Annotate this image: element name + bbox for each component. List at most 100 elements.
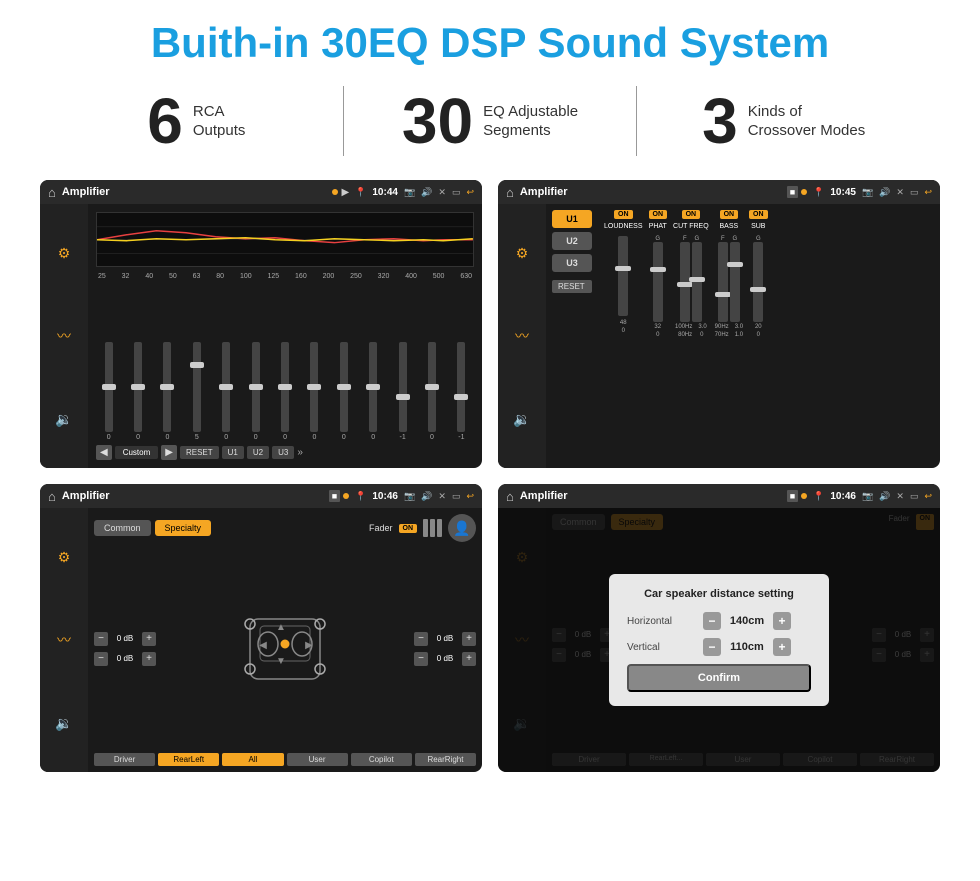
wave-icon[interactable]: 〰 xyxy=(57,326,71,346)
bass-on[interactable]: ON xyxy=(720,210,739,219)
reset-btn[interactable]: RESET xyxy=(180,446,219,459)
eq-track-11[interactable] xyxy=(399,342,407,432)
eq-thumb-1[interactable] xyxy=(102,384,116,390)
back-icon-3[interactable]: ↩ xyxy=(466,491,474,502)
horizontal-plus[interactable]: + xyxy=(773,612,791,630)
eq-track-8[interactable] xyxy=(310,342,318,432)
preset-u1[interactable]: U1 xyxy=(552,210,592,228)
cutfreq-track1[interactable] xyxy=(680,242,690,322)
speaker-icon[interactable]: 🔉 xyxy=(55,411,72,428)
prev-arrow[interactable]: ◀ xyxy=(96,445,112,460)
home-icon-2[interactable]: ⌂ xyxy=(506,185,514,200)
eq-thumb-3[interactable] xyxy=(160,384,174,390)
speaker-icon-2[interactable]: 🔉 xyxy=(513,411,530,428)
cutfreq-thumb2[interactable] xyxy=(689,277,705,282)
user-btn[interactable]: User xyxy=(287,753,348,766)
home-icon[interactable]: ⌂ xyxy=(48,185,56,200)
u2-btn[interactable]: U2 xyxy=(247,446,269,459)
confirm-button[interactable]: Confirm xyxy=(627,664,811,692)
eq-track-4[interactable] xyxy=(193,342,201,432)
eq-thumb-9[interactable] xyxy=(337,384,351,390)
left-top-plus[interactable]: + xyxy=(142,632,156,646)
eq-thumb-8[interactable] xyxy=(307,384,321,390)
avatar-icon[interactable]: 👤 xyxy=(448,514,476,542)
eq-thumb-10[interactable] xyxy=(366,384,380,390)
eq-thumb-2[interactable] xyxy=(131,384,145,390)
eq-track-10[interactable] xyxy=(369,342,377,432)
eq-thumb-7[interactable] xyxy=(278,384,292,390)
phat-track[interactable] xyxy=(653,242,663,322)
home-icon-3[interactable]: ⌂ xyxy=(48,489,56,504)
u3-btn[interactable]: U3 xyxy=(272,446,294,459)
eq-icon-2[interactable]: ⚙ xyxy=(516,245,529,262)
back-icon-2[interactable]: ↩ xyxy=(924,187,932,198)
common-tab[interactable]: Common xyxy=(94,520,151,536)
driver-btn[interactable]: Driver xyxy=(94,753,155,766)
loudness-thumb[interactable] xyxy=(615,266,631,271)
wave-icon-3[interactable]: 〰 xyxy=(57,630,71,650)
eq-track-13[interactable] xyxy=(457,342,465,432)
wave-icon-2[interactable]: 〰 xyxy=(515,326,529,346)
copilot-btn[interactable]: Copilot xyxy=(351,753,412,766)
specialty-tab[interactable]: Specialty xyxy=(155,520,212,536)
right-top-plus[interactable]: + xyxy=(462,632,476,646)
cutfreq-thumb1[interactable] xyxy=(677,282,693,287)
eq-track-6[interactable] xyxy=(252,342,260,432)
right-bottom-minus[interactable]: − xyxy=(414,652,428,666)
rearleft-btn[interactable]: RearLeft xyxy=(158,753,219,766)
speaker-icon-3[interactable]: 🔉 xyxy=(55,715,72,732)
cutfreq-track2[interactable] xyxy=(692,242,702,322)
all-btn[interactable]: All xyxy=(222,753,283,766)
horizontal-minus[interactable]: − xyxy=(703,612,721,630)
phat-thumb[interactable] xyxy=(650,267,666,272)
eq-thumb-12[interactable] xyxy=(425,384,439,390)
fader-slider-2[interactable] xyxy=(430,519,435,537)
right-top-minus[interactable]: − xyxy=(414,632,428,646)
sub-on[interactable]: ON xyxy=(749,210,768,219)
fader-on-badge[interactable]: ON xyxy=(399,524,418,533)
back-icon-4[interactable]: ↩ xyxy=(924,491,932,502)
rearright-btn[interactable]: RearRight xyxy=(415,753,476,766)
eq-track-2[interactable] xyxy=(134,342,142,432)
eq-track-1[interactable] xyxy=(105,342,113,432)
preset-u2[interactable]: U2 xyxy=(552,232,592,250)
eq-track-12[interactable] xyxy=(428,342,436,432)
bass-track2[interactable] xyxy=(730,242,740,322)
eq-thumb-13[interactable] xyxy=(454,394,468,400)
amp-reset-btn[interactable]: RESET xyxy=(552,280,592,293)
cutfreq-on[interactable]: ON xyxy=(682,210,701,219)
rec-icon-2: ■ xyxy=(787,490,798,502)
eq-icon-3[interactable]: ⚙ xyxy=(58,549,71,566)
more-icon[interactable]: » xyxy=(297,447,303,458)
eq-thumb-4[interactable] xyxy=(190,362,204,368)
home-icon-4[interactable]: ⌂ xyxy=(506,489,514,504)
fader-slider-3[interactable] xyxy=(437,519,442,537)
phat-on[interactable]: ON xyxy=(649,210,668,219)
eq-thumb-6[interactable] xyxy=(249,384,263,390)
bass-thumb2[interactable] xyxy=(727,262,743,267)
back-icon[interactable]: ↩ xyxy=(466,187,474,198)
loudness-track[interactable] xyxy=(618,236,628,316)
sub-track[interactable] xyxy=(753,242,763,322)
next-arrow[interactable]: ▶ xyxy=(161,445,177,460)
eq-track-5[interactable] xyxy=(222,342,230,432)
bass-track1[interactable] xyxy=(718,242,728,322)
vertical-minus[interactable]: − xyxy=(703,638,721,656)
eq-icon[interactable]: ⚙ xyxy=(58,245,71,262)
right-bottom-plus[interactable]: + xyxy=(462,652,476,666)
eq-track-9[interactable] xyxy=(340,342,348,432)
loudness-on[interactable]: ON xyxy=(614,210,633,219)
preset-u3[interactable]: U3 xyxy=(552,254,592,272)
sub-thumb[interactable] xyxy=(750,287,766,292)
left-bottom-plus[interactable]: + xyxy=(142,652,156,666)
eq-thumb-11[interactable] xyxy=(396,394,410,400)
eq-track-3[interactable] xyxy=(163,342,171,432)
bass-thumb1[interactable] xyxy=(715,292,731,297)
fader-slider-1[interactable] xyxy=(423,519,428,537)
eq-thumb-5[interactable] xyxy=(219,384,233,390)
u1-btn[interactable]: U1 xyxy=(222,446,244,459)
vertical-plus[interactable]: + xyxy=(773,638,791,656)
left-bottom-minus[interactable]: − xyxy=(94,652,108,666)
left-top-minus[interactable]: − xyxy=(94,632,108,646)
eq-track-7[interactable] xyxy=(281,342,289,432)
